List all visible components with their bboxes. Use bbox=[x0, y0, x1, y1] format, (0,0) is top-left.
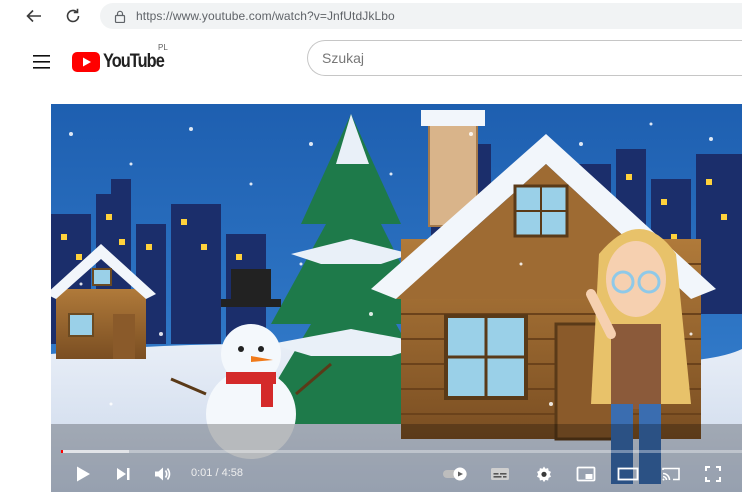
miniplayer-icon bbox=[576, 466, 596, 482]
current-time: 0:01 bbox=[191, 467, 213, 479]
youtube-logo[interactable]: YouTube bbox=[72, 50, 174, 74]
arrow-left-icon bbox=[26, 9, 41, 23]
buffer-bar bbox=[61, 450, 130, 453]
lock-icon bbox=[114, 10, 126, 23]
back-button[interactable] bbox=[22, 4, 46, 28]
cast-icon bbox=[662, 467, 680, 481]
reload-icon bbox=[66, 8, 80, 23]
browser-toolbar: https://www.youtube.com/watch?v=JnfUtdJk… bbox=[0, 0, 742, 34]
guide-menu-button[interactable] bbox=[28, 50, 56, 74]
theater-mode-icon bbox=[617, 467, 639, 481]
fullscreen-icon bbox=[705, 466, 721, 482]
address-bar[interactable]: https://www.youtube.com/watch?v=JnfUtdJk… bbox=[100, 3, 742, 29]
miniplayer-button[interactable] bbox=[574, 462, 598, 486]
logo-text: YouTube bbox=[103, 51, 165, 72]
cast-button[interactable] bbox=[659, 462, 683, 486]
country-code: PL bbox=[158, 43, 168, 52]
subtitles-button[interactable] bbox=[488, 462, 512, 486]
time-display: 0:01 / 4:58 bbox=[191, 467, 243, 479]
duration: 4:58 bbox=[221, 467, 244, 479]
play-button[interactable] bbox=[71, 462, 95, 486]
next-icon bbox=[117, 468, 130, 480]
reload-button[interactable] bbox=[61, 4, 85, 28]
youtube-header: YouTube PL bbox=[0, 34, 742, 90]
player-controls: 0:01 / 4:58 bbox=[51, 454, 742, 492]
played-bar bbox=[61, 450, 64, 453]
video-player[interactable]: 0:01 / 4:58 bbox=[51, 104, 742, 492]
next-button[interactable] bbox=[111, 462, 135, 486]
mute-button[interactable] bbox=[151, 462, 175, 486]
progress-bar[interactable] bbox=[61, 450, 742, 453]
autoplay-toggle[interactable] bbox=[441, 462, 471, 486]
volume-icon bbox=[155, 467, 171, 481]
youtube-play-logo-icon bbox=[72, 52, 100, 72]
autoplay-toggle-icon bbox=[443, 467, 467, 481]
hamburger-icon bbox=[33, 55, 50, 69]
url-text: https://www.youtube.com/watch?v=JnfUtdJk… bbox=[136, 9, 395, 23]
video-frame-winter-cabin bbox=[51, 104, 742, 492]
fullscreen-button[interactable] bbox=[701, 462, 725, 486]
time-separator: / bbox=[212, 467, 222, 479]
subtitles-icon bbox=[491, 468, 509, 480]
search-box[interactable] bbox=[307, 40, 742, 76]
settings-button[interactable] bbox=[532, 462, 556, 486]
play-icon bbox=[77, 466, 90, 482]
search-input[interactable] bbox=[322, 50, 722, 66]
settings-icon bbox=[537, 466, 551, 483]
theater-mode-button[interactable] bbox=[616, 462, 640, 486]
